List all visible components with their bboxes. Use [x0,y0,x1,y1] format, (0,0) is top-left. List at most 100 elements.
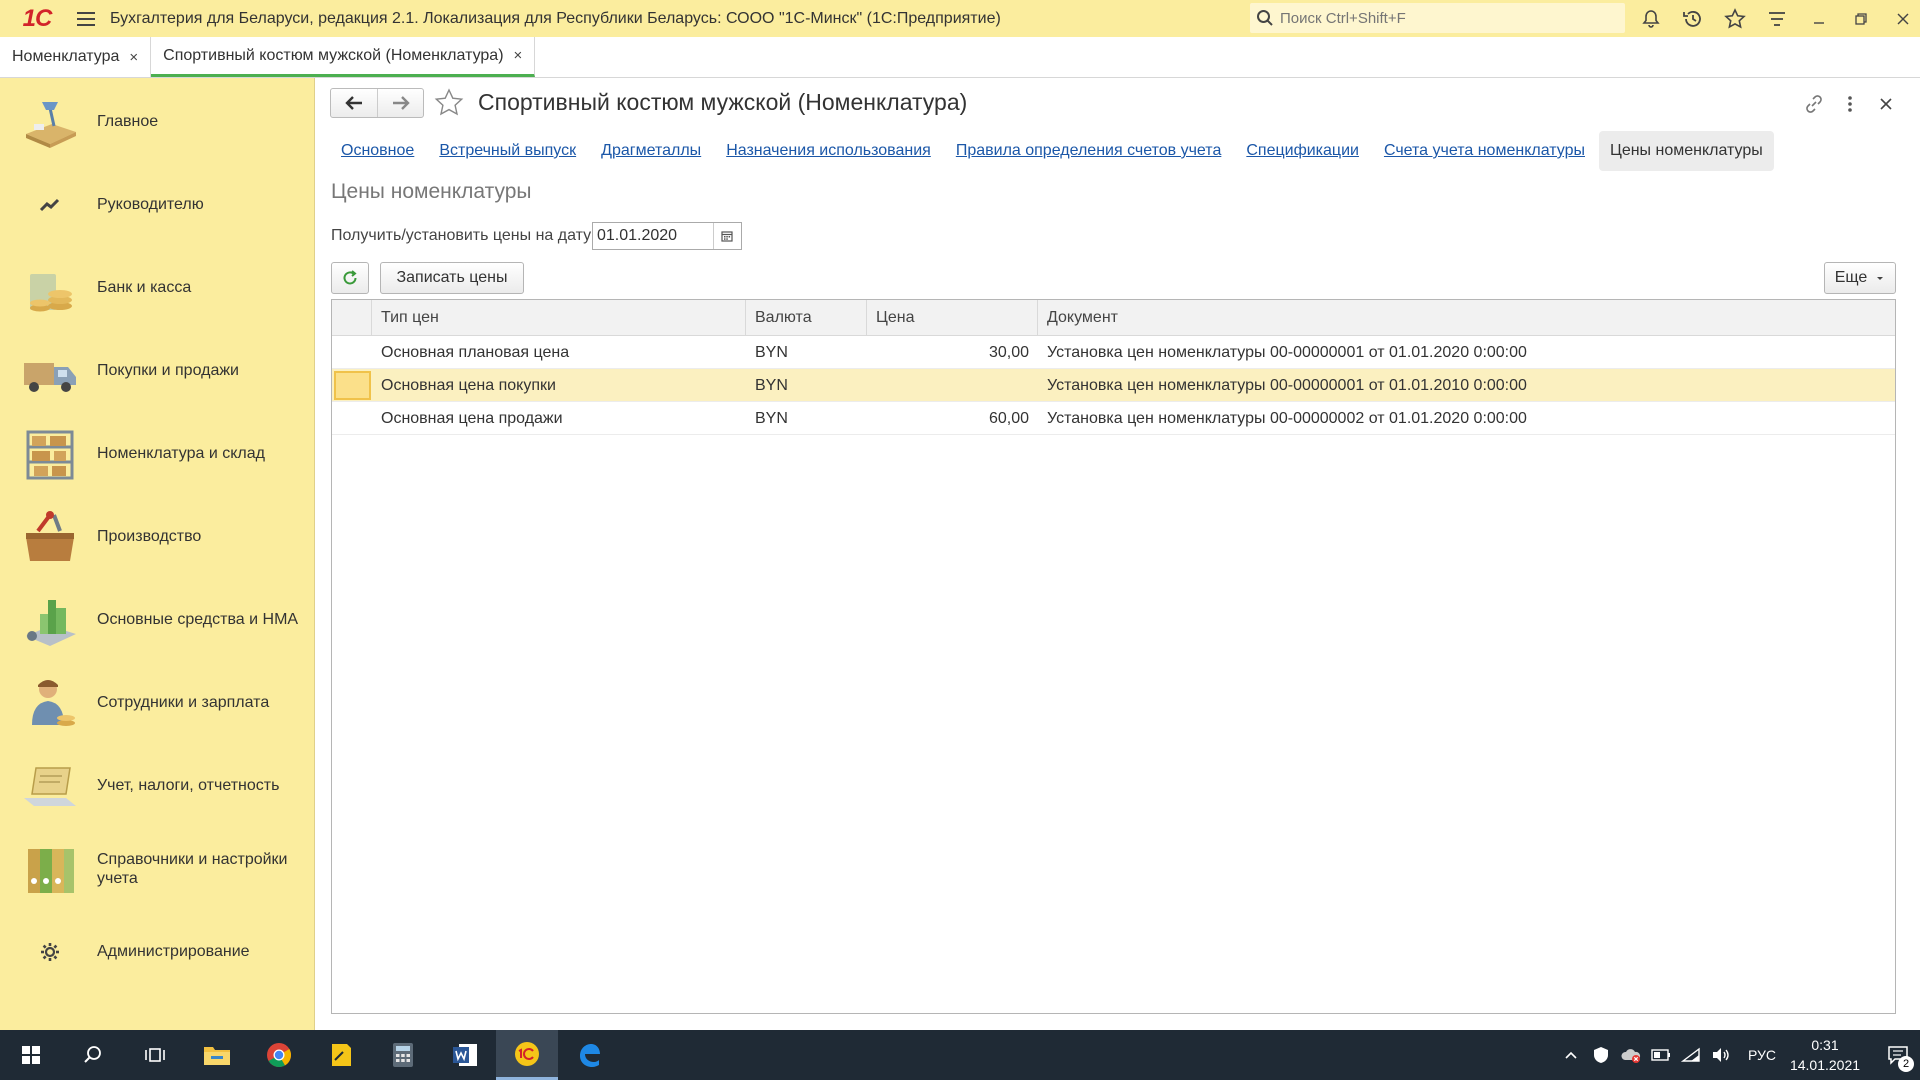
task-view-button[interactable] [124,1030,186,1080]
tab-account-rules[interactable]: Правила определения счетов учета [945,131,1233,171]
main-menu-button[interactable] [66,0,106,37]
date-input[interactable] [593,227,713,245]
worker-icon [18,673,82,733]
search-box[interactable] [1250,3,1625,33]
windows-taskbar: РУС 0:31 14.01.2021 2 [0,1030,1920,1080]
column-header-price-type[interactable]: Тип цен [372,300,746,336]
form-menu-button[interactable] [1832,90,1868,118]
table-row[interactable]: Основная плановая цена BYN 30,00 Установ… [332,336,1895,369]
refresh-button[interactable] [331,262,369,294]
tray-network[interactable] [1676,1030,1706,1080]
sidebar-item-purchases-sales[interactable]: Покупки и продажи [0,329,315,412]
filter-lines-icon [1769,11,1785,26]
tab-counter-release[interactable]: Встречный выпуск [428,131,587,171]
1c-logo[interactable]: 1С [8,0,66,37]
date-field[interactable] [592,222,742,250]
close-window-button[interactable] [1882,0,1920,37]
taskbar-notes[interactable] [310,1030,372,1080]
favorites-button[interactable] [1714,0,1756,37]
tray-defender[interactable] [1586,1030,1616,1080]
tray-battery[interactable] [1646,1030,1676,1080]
close-tab-icon[interactable]: × [129,49,138,66]
desk-lamp-icon [18,92,82,152]
calendar-button[interactable] [713,223,739,249]
tab-precious-metals[interactable]: Драгметаллы [590,131,712,171]
history-icon [1683,10,1701,27]
star-outline-icon [434,88,464,116]
coins-icon [18,258,82,318]
sidebar-item-main[interactable]: Главное [0,80,315,163]
cell-currency: BYN [755,376,788,394]
taskbar-word[interactable] [434,1030,496,1080]
warehouse-shelf-icon [18,424,82,484]
sidebar-item-taxes-reporting[interactable]: Учет, налоги, отчетность [0,744,315,827]
table-row-selected[interactable]: Основная цена покупки BYN Установка цен … [332,369,1895,402]
tray-onedrive[interactable] [1616,1030,1646,1080]
column-header-document[interactable]: Документ [1038,300,1895,336]
sidebar-item-production[interactable]: Производство [0,495,315,578]
restore-button[interactable] [1840,0,1882,37]
tab-prices[interactable]: Цены номенклатуры [1598,131,1774,171]
notifications-button[interactable] [1630,0,1672,37]
start-button[interactable] [0,1030,62,1080]
close-icon [1897,13,1909,24]
taskbar-edge[interactable] [558,1030,620,1080]
taskbar-search-button[interactable] [62,1030,124,1080]
get-link-button[interactable] [1796,90,1832,118]
restore-icon [1855,12,1867,25]
language-indicator[interactable]: РУС [1748,1047,1776,1063]
cell-price-type: Основная цена покупки [381,376,556,394]
open-tab-sport-suit[interactable]: Спортивный костюм мужской (Номенклатура)… [151,37,536,77]
forward-button[interactable] [377,89,423,117]
close-form-button[interactable] [1868,90,1904,118]
sidebar-item-employees[interactable]: Сотрудники и зарплата [0,661,315,744]
history-button[interactable] [1672,0,1714,37]
navigation-buttons [330,88,424,118]
taskbar-explorer[interactable] [186,1030,248,1080]
taskbar-1c[interactable] [496,1030,558,1080]
tab-specifications[interactable]: Спецификации [1235,131,1370,171]
functions-menu-button[interactable] [1756,0,1798,37]
section-title: Цены номенклатуры [331,180,532,203]
folder-icon [204,1047,230,1065]
tray-volume[interactable] [1706,1030,1736,1080]
cell-currency: BYN [755,343,788,361]
back-button[interactable] [331,89,377,117]
close-icon [1880,98,1892,110]
column-header-currency[interactable]: Валюта [746,300,867,336]
minimize-button[interactable] [1798,0,1840,37]
sidebar-item-references-settings[interactable]: Справочники и настройки учета [0,827,315,910]
cell-document: Установка цен номенклатуры 00-00000001 о… [1047,343,1527,361]
column-header-price[interactable]: Цена [867,300,1038,336]
write-prices-button[interactable]: Записать цены [380,262,524,294]
action-center-button[interactable]: 2 [1876,1030,1920,1080]
clock-date: 14.01.2021 [1789,1057,1861,1073]
more-actions-button[interactable]: Еще [1824,262,1896,294]
sidebar-item-administration[interactable]: Администрирование [0,910,315,993]
sidebar-item-nomenclature-warehouse[interactable]: Номенклатура и склад [0,412,315,495]
more-vertical-icon [1848,96,1852,112]
tab-accounts[interactable]: Счета учета номенклатуры [1373,131,1596,171]
sidebar-item-label: Производство [97,528,202,545]
clock[interactable]: 0:31 14.01.2021 [1788,1035,1862,1075]
table-row[interactable]: Основная цена продажи BYN 60,00 Установк… [332,402,1895,435]
prices-table[interactable]: Тип цен Валюта Цена Документ Основная пл… [331,299,1896,1014]
search-input[interactable] [1280,9,1610,27]
add-to-favorites-button[interactable] [434,88,464,118]
form-title: Спортивный костюм мужской (Номенклатура) [478,89,968,115]
sidebar-item-bank[interactable]: Банк и касса [0,246,315,329]
cell-document: Установка цен номенклатуры 00-00000001 о… [1047,376,1527,394]
sidebar-item-label: Основные средства и НМА [97,611,299,628]
tab-main[interactable]: Основное [330,131,425,171]
taskbar-calculator[interactable] [372,1030,434,1080]
taskbar-chrome[interactable] [248,1030,310,1080]
cell-price: 30,00 [988,343,1029,361]
tab-usage-purposes[interactable]: Назначения использования [715,131,942,171]
open-tab-nomenclature[interactable]: Номенклатура × [0,37,152,77]
system-tray: РУС 0:31 14.01.2021 2 [1556,1030,1920,1080]
sidebar-item-manager[interactable]: Руководителю [0,163,315,246]
close-tab-icon[interactable]: × [514,47,523,64]
title-bar: 1С Бухгалтерия для Беларуси, редакция 2.… [0,0,1920,37]
sidebar-item-fixed-assets[interactable]: Основные средства и НМА [0,578,315,661]
show-hidden-icons-button[interactable] [1556,1030,1586,1080]
